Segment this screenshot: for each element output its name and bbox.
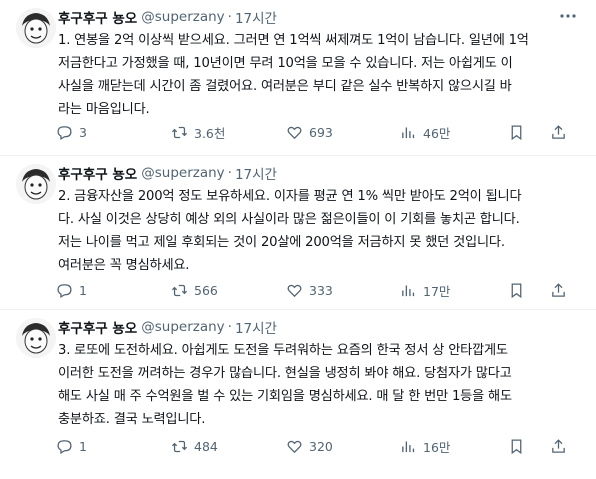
tweet-text-line: 사실을 깨닫는데 시간이 좀 걸렸어요. 여러분은 부디 같은 실수 반복하지 … [58,79,512,94]
tweet-text-line: 해도 사실 매 주 수억원을 벌 수 있는 기회임을 명심하세요. 매 달 한 … [58,389,512,404]
views-icon [402,285,415,296]
reply-count: 1 [79,438,87,454]
reply-button[interactable]: 1 [56,280,87,300]
user-handle[interactable]: @superzany [141,165,224,181]
tweet-text-line: 이러한 도전을 꺼려하는 경우가 많습니다. 현실을 냉정히 봐야 해요. 당첨… [58,366,512,381]
view-count: 16만 [423,439,451,455]
tweet-text: 2. 금융자산을 200억 정도 보유하세요. 이자를 평균 연 1% 씩만 받… [58,185,582,277]
views-button[interactable]: 46만 [400,122,450,142]
display-name[interactable]: 후구후구 뇽오 [58,163,137,183]
bookmark-button[interactable] [508,122,525,142]
retweet-icon [171,440,188,452]
tweet-feed: 후구후구 뇽오 @superzany · 17시간 1. 연봉을 2억 이상씩 … [0,0,596,479]
tweet-text: 3. 로또에 도전하세요. 아쉽게도 도전을 두려워하는 요즘의 한국 정서 상… [58,339,582,431]
like-count: 320 [309,438,333,454]
views-button[interactable]: 17만 [400,280,450,300]
tweet-header: 후구후구 뇽오 @superzany · 17시간 [58,162,582,184]
heart-icon [287,440,302,453]
bookmark-icon [511,438,522,454]
like-button[interactable]: 333 [286,280,333,300]
avatar[interactable] [16,318,56,358]
share-icon [552,438,565,453]
heart-icon [287,284,302,297]
retweet-count: 566 [194,282,218,298]
tweet-header: 후구후구 뇽오 @superzany · 17시간 [58,6,582,28]
tweet-text-line: 라는 마음입니다. [58,102,150,117]
tweet-text: 1. 연봉을 2억 이상씩 받으세요. 그러면 연 1억씩 써제껴도 1억이 남… [58,29,582,121]
retweet-count: 484 [194,438,218,454]
retweet-count: 3.6천 [194,125,226,141]
reply-icon [57,125,72,140]
like-count: 693 [309,124,333,140]
tweet-text-line: 충분하죠. 결국 노력입니다. [58,412,206,427]
tweet-actions: 3 3.6천 693 46만 [56,122,586,142]
tweet-text-line: 2. 금융자산을 200억 정도 보유하세요. 이자를 평균 연 1% 씩만 받… [58,189,522,204]
more-icon[interactable] [558,6,578,26]
timestamp[interactable]: 17시간 [235,317,277,337]
avatar[interactable] [16,8,56,48]
reply-button[interactable]: 3 [56,122,87,142]
view-count: 17만 [423,283,451,299]
heart-icon [287,126,302,139]
retweet-icon [171,284,188,296]
bookmark-icon [511,282,522,298]
display-name[interactable]: 후구후구 뇽오 [58,7,137,27]
share-button[interactable] [550,280,567,300]
reply-button[interactable]: 1 [56,436,87,456]
tweet-text-line: 3. 로또에 도전하세요. 아쉽게도 도전을 두려워하는 요즘의 한국 정서 상… [58,343,508,358]
reply-icon [57,283,72,298]
tweet[interactable]: 후구후구 뇽오 @superzany · 17시간 1. 연봉을 2억 이상씩 … [0,0,596,156]
tweet-text-line: 다. 사실 이것은 상당히 예상 외의 사실이라 많은 젊은이들이 이 기회를 … [58,212,520,227]
timestamp[interactable]: 17시간 [235,7,277,27]
views-icon [402,127,415,138]
view-count: 46만 [423,125,451,141]
user-handle[interactable]: @superzany [141,319,224,335]
separator-dot: · [227,9,232,25]
tweet-body: 후구후구 뇽오 @superzany · 17시간 3. 로또에 도전하세요. … [58,316,582,431]
retweet-icon [171,126,188,138]
tweet-text-line: 1. 연봉을 2억 이상씩 받으세요. 그러면 연 1억씩 써제껴도 1억이 남… [58,33,529,48]
timestamp[interactable]: 17시간 [235,163,277,183]
tweet[interactable]: 후구후구 뇽오 @superzany · 17시간 2. 금융자산을 200억 … [0,156,596,310]
reply-count: 3 [79,124,87,140]
like-button[interactable]: 320 [286,436,333,456]
views-button[interactable]: 16만 [400,436,450,456]
separator-dot: · [227,165,232,181]
bookmark-button[interactable] [508,280,525,300]
share-button[interactable] [550,436,567,456]
share-icon [552,282,565,297]
bookmark-button[interactable] [508,436,525,456]
separator-dot: · [227,319,232,335]
retweet-button[interactable]: 3.6천 [171,122,225,142]
bookmark-icon [511,124,522,140]
share-button[interactable] [550,122,567,142]
reply-icon [57,439,72,454]
tweet-text-line: 저금한다고 가정했을 때, 10년이면 무려 10억을 모을 수 있습니다. 저… [58,56,513,71]
display-name[interactable]: 후구후구 뇽오 [58,317,137,337]
share-icon [552,124,565,139]
tweet-text-line: 여러분은 꼭 명심하세요. [58,258,190,273]
tweet-text-line: 저는 나이를 먹고 제일 후회되는 것이 20살에 200억을 저금하지 못 했… [58,235,505,250]
tweet-header: 후구후구 뇽오 @superzany · 17시간 [58,316,582,338]
tweet-body: 후구후구 뇽오 @superzany · 17시간 2. 금융자산을 200억 … [58,162,582,277]
views-icon [402,441,415,452]
tweet[interactable]: 후구후구 뇽오 @superzany · 17시간 3. 로또에 도전하세요. … [0,310,596,479]
tweet-actions: 1 566 333 17만 [56,280,586,300]
retweet-button[interactable]: 484 [171,436,218,456]
retweet-button[interactable]: 566 [171,280,218,300]
user-handle[interactable]: @superzany [141,9,224,25]
like-button[interactable]: 693 [286,122,333,142]
reply-count: 1 [79,282,87,298]
avatar[interactable] [16,164,56,204]
tweet-actions: 1 484 320 16만 [56,436,586,456]
tweet-body: 후구후구 뇽오 @superzany · 17시간 1. 연봉을 2억 이상씩 … [58,6,582,121]
like-count: 333 [309,282,333,298]
